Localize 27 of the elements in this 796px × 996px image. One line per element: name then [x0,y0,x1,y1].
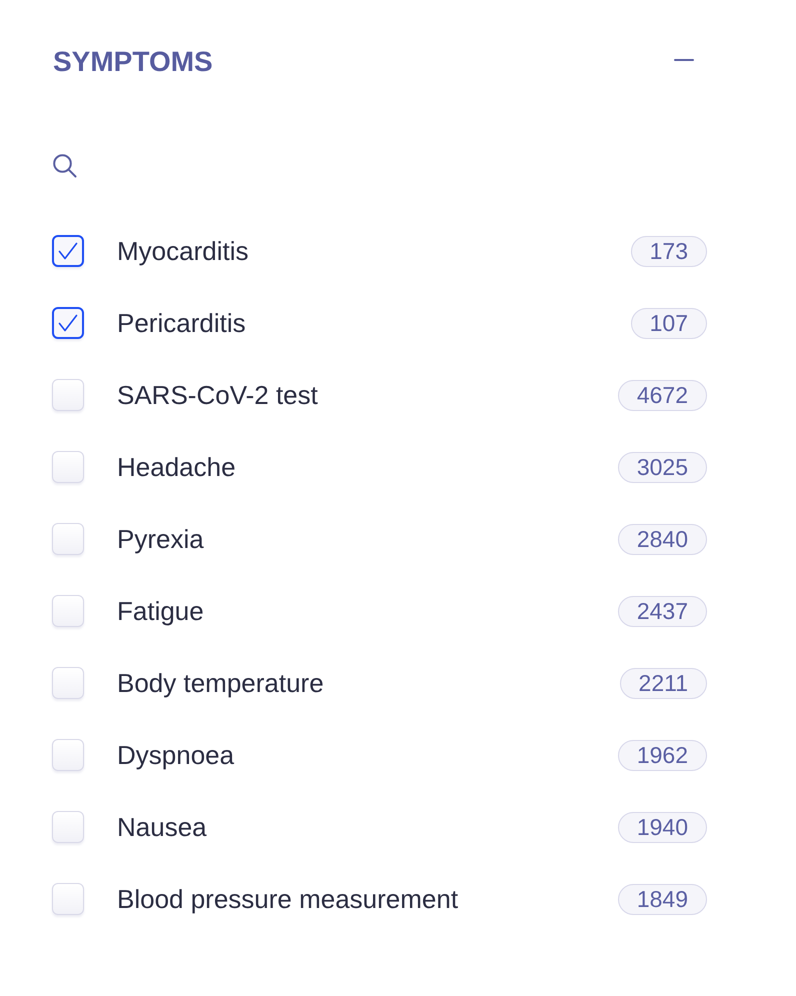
symptom-label: Pericarditis [117,307,247,339]
count-badge: 4672 [618,380,707,410]
minus-icon[interactable] [674,59,694,61]
count-badge: 1849 [618,884,707,914]
count-badge: 1962 [618,740,707,770]
symptom-label: Nausea [117,811,208,843]
section-title: SYMPTOMS [53,45,213,79]
symptom-label: Body temperature [117,667,325,699]
symptom-label: SARS-CoV-2 test [117,379,319,411]
checkbox[interactable] [52,307,84,339]
symptom-label: Pyrexia [117,523,205,555]
symptom-label: Headache [117,451,237,483]
count-badge: 1940 [618,812,707,842]
symptom-label: Fatigue [117,595,205,627]
symptom-label: Blood pressure measurement [117,883,460,915]
count-badge: 3025 [618,452,707,482]
count-badge: 2437 [618,596,707,626]
search-icon [52,152,77,178]
symptom-label: Dyspnoea [117,739,236,771]
count-badge: 107 [630,308,707,338]
symptom-label: Myocarditis [117,235,250,267]
count-badge: 173 [630,236,707,266]
count-badge: 2840 [618,524,707,554]
checkbox[interactable] [52,235,84,267]
check-icon [58,314,78,332]
count-badge: 2211 [620,668,707,698]
check-icon [58,242,78,260]
